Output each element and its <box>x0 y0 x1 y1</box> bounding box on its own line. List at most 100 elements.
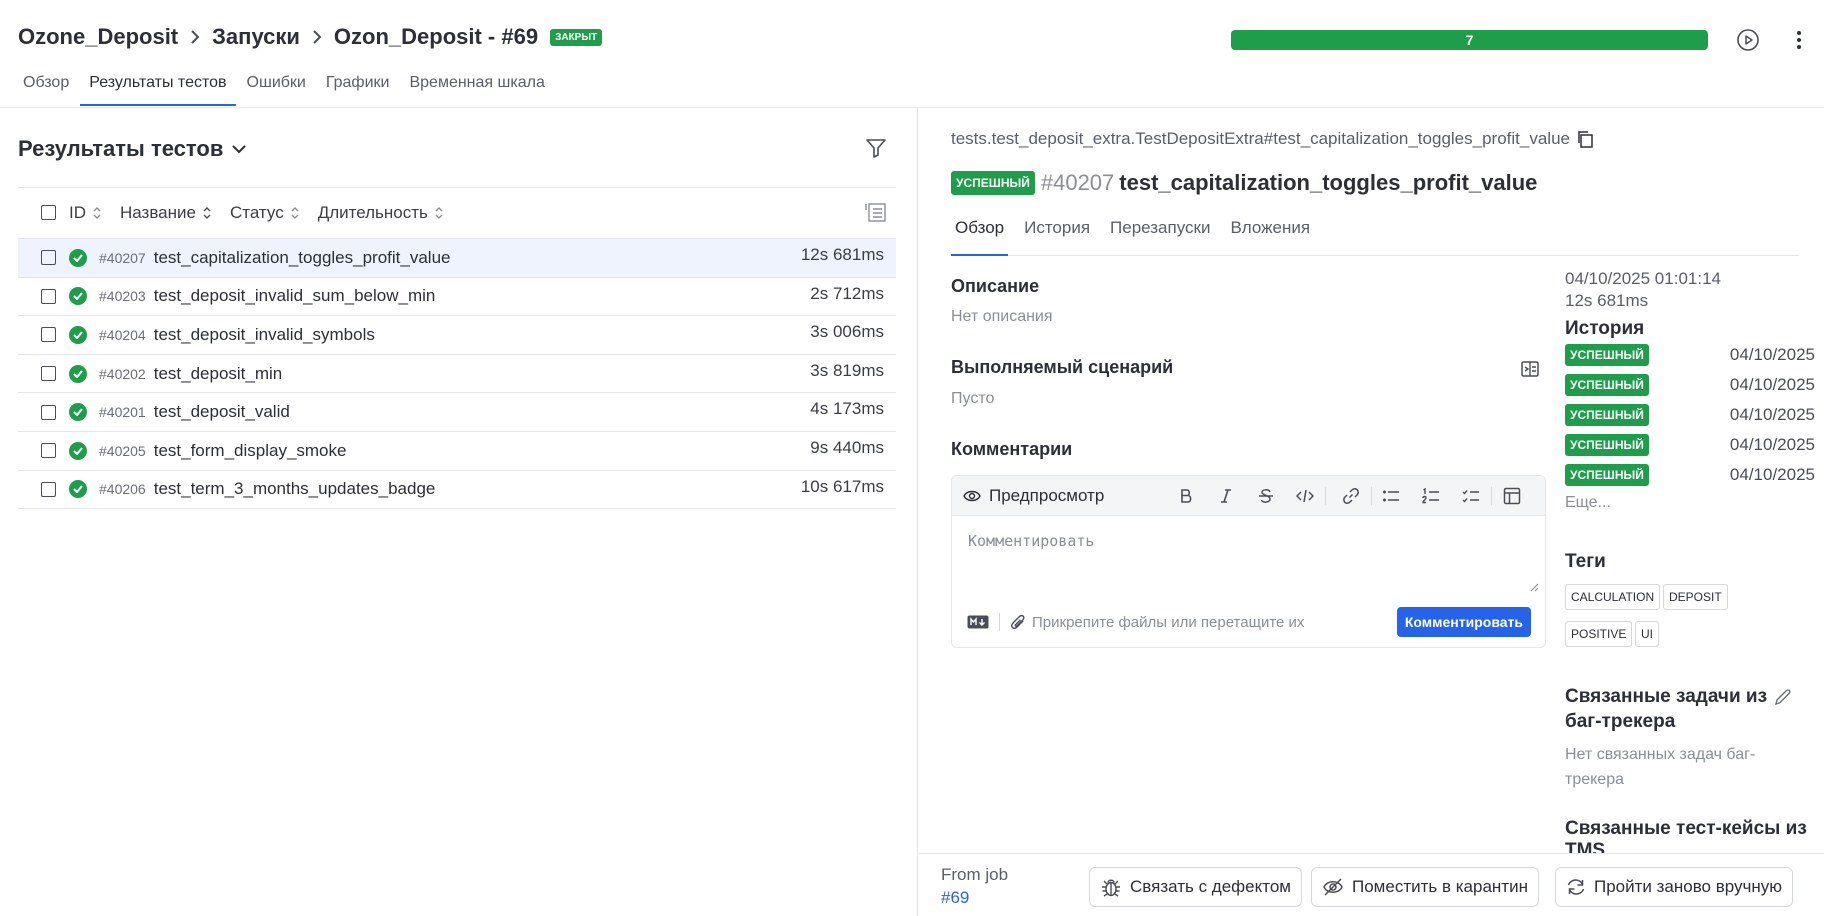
history-date: 04/10/2025 <box>1729 375 1815 394</box>
resize-handle-icon[interactable] <box>1529 582 1539 592</box>
tag[interactable]: UI <box>1635 621 1659 647</box>
column-id[interactable]: ID <box>69 203 102 223</box>
closed-badge: ЗАКРЫТ <box>550 28 603 46</box>
eye-icon <box>963 490 981 501</box>
row-name: test_deposit_valid <box>153 402 290 422</box>
row-id: #40205 <box>99 442 146 459</box>
play-icon[interactable] <box>1734 26 1762 54</box>
italic-icon[interactable] <box>1216 486 1236 506</box>
history-item[interactable]: УСПЕШНЫЙ 04/10/2025 <box>1565 430 1815 460</box>
row-duration: 9s 440ms <box>810 437 884 457</box>
column-status[interactable]: Статус <box>230 203 300 223</box>
row-checkbox[interactable] <box>41 366 56 382</box>
footer-divider <box>999 613 1000 631</box>
paperclip-icon <box>1011 614 1025 629</box>
toolbar-divider <box>1371 487 1372 505</box>
column-duration[interactable]: Длительность <box>318 203 444 223</box>
run-duration: 12s 681ms <box>1565 291 1649 310</box>
row-name: test_form_display_smoke <box>153 440 347 460</box>
table-row[interactable]: #40201 test_deposit_valid 4s 173ms <box>18 392 896 431</box>
test-full-name: tests.test_deposit_extra.TestDepositExtr… <box>951 129 1594 149</box>
breadcrumb-launches[interactable]: Запуски <box>212 24 300 50</box>
column-settings-icon[interactable] <box>864 200 888 224</box>
editor-footer: Прикрепите файлы или перетащите их Комме… <box>952 597 1545 647</box>
copy-icon[interactable] <box>1576 130 1594 148</box>
table-row[interactable]: #40204 test_deposit_invalid_symbols 3s 0… <box>18 315 896 354</box>
tab-test-results[interactable]: Результаты тестов <box>80 74 236 106</box>
tab-timeline[interactable]: Временная шкала <box>400 74 553 106</box>
column-duration-label: Длительность <box>317 202 428 222</box>
results-title[interactable]: Результаты тестов <box>18 136 247 162</box>
scenario-toggle-icon[interactable] <box>1520 359 1540 379</box>
comment-placeholder: Комментировать <box>968 532 1095 550</box>
numbered-list-icon[interactable] <box>1421 486 1441 506</box>
tab-overview[interactable]: Обзор <box>14 74 78 106</box>
preview-toggle[interactable]: Предпросмотр <box>963 486 1104 506</box>
tab-detail-history[interactable]: История <box>1020 218 1094 256</box>
tab-graphs[interactable]: Графики <box>317 74 399 106</box>
task-list-icon[interactable] <box>1461 486 1481 506</box>
table-row[interactable]: #40206 test_term_3_months_updates_badge … <box>18 469 896 509</box>
more-vertical-icon[interactable] <box>1785 26 1813 54</box>
pencil-icon[interactable] <box>1774 688 1792 706</box>
row-checkbox[interactable] <box>41 404 56 420</box>
quarantine-button[interactable]: Поместить в карантин <box>1311 867 1539 907</box>
row-checkbox[interactable] <box>41 327 56 343</box>
column-id-label: ID <box>69 202 86 222</box>
history-item[interactable]: УСПЕШНЫЙ 04/10/2025 <box>1565 460 1815 490</box>
submit-comment-button[interactable]: Комментировать <box>1396 607 1531 637</box>
tab-detail-overview[interactable]: Обзор <box>951 218 1009 256</box>
history-item[interactable]: УСПЕШНЫЙ 04/10/2025 <box>1565 370 1815 400</box>
comment-textarea[interactable]: Комментировать <box>952 516 1545 596</box>
strikethrough-icon[interactable] <box>1256 486 1276 506</box>
launch-progress-bar[interactable]: 7 <box>1231 30 1708 50</box>
tab-errors[interactable]: Ошибки <box>238 74 315 106</box>
bullet-list-icon[interactable] <box>1381 486 1401 506</box>
link-defect-button[interactable]: Связать с дефектом <box>1089 867 1302 907</box>
sort-icon <box>203 206 211 219</box>
table-row[interactable]: #40205 test_form_display_smoke 9s 440ms <box>18 430 896 470</box>
tab-detail-reruns[interactable]: Перезапуски <box>1106 218 1214 256</box>
detail-tabs: Обзор История Перезапуски Вложения <box>951 218 1799 256</box>
tab-detail-attachments[interactable]: Вложения <box>1226 218 1314 256</box>
history-item[interactable]: УСПЕШНЫЙ 04/10/2025 <box>1565 340 1815 370</box>
row-checkbox[interactable] <box>41 288 56 304</box>
passed-status-icon <box>69 248 87 267</box>
breadcrumb-project[interactable]: Ozone_Deposit <box>18 24 178 50</box>
code-icon[interactable] <box>1295 486 1315 506</box>
row-checkbox[interactable] <box>41 443 56 459</box>
bugtracker-title: Связанные задачи из баг-трекера <box>1565 686 1768 732</box>
tag[interactable]: CALCULATION <box>1565 584 1661 610</box>
filter-icon[interactable] <box>864 136 888 160</box>
row-checkbox[interactable] <box>41 250 56 266</box>
tag[interactable]: POSITIVE <box>1565 621 1633 647</box>
tag[interactable]: DEPOSIT <box>1663 584 1728 610</box>
test-results-panel: Результаты тестов ID Название Статус Дли… <box>0 108 918 916</box>
from-job: From job #69 <box>941 863 1008 909</box>
bold-icon[interactable] <box>1176 486 1196 506</box>
history-date: 04/10/2025 <box>1729 405 1815 424</box>
link-icon[interactable] <box>1341 486 1361 506</box>
main-tabs: Обзор Результаты тестов Ошибки Графики В… <box>14 74 556 106</box>
row-id: #40204 <box>99 326 146 343</box>
history-status-badge: УСПЕШНЫЙ <box>1565 434 1649 456</box>
attach-files[interactable]: Прикрепите файлы или перетащите их <box>1010 613 1304 631</box>
history-item[interactable]: УСПЕШНЫЙ 04/10/2025 <box>1565 400 1815 430</box>
select-all-checkbox[interactable] <box>41 205 56 220</box>
from-job-link[interactable]: #69 <box>941 886 1008 909</box>
history-more-link[interactable]: Еще... <box>1565 494 1815 512</box>
sort-icon <box>435 206 443 219</box>
rerun-manually-button[interactable]: Пройти заново вручную <box>1555 867 1794 907</box>
meta-sidebar: 04/10/2025 01:01:14 12s 681ms История УС… <box>1565 268 1815 512</box>
history-status-badge: УСПЕШНЫЙ <box>1565 464 1649 486</box>
sort-icon <box>93 206 101 219</box>
column-name[interactable]: Название <box>120 203 212 223</box>
row-checkbox[interactable] <box>41 481 56 497</box>
row-duration: 2s 712ms <box>810 283 884 303</box>
table-row[interactable]: #40203 test_deposit_invalid_sum_below_mi… <box>18 276 896 316</box>
table-icon[interactable] <box>1502 486 1522 506</box>
breadcrumb: Ozone_Deposit Запуски Ozon_Deposit - #69… <box>18 24 603 50</box>
table-row[interactable]: #40207 test_capitalization_toggles_profi… <box>18 238 896 277</box>
row-duration: 4s 173ms <box>810 399 884 419</box>
table-row[interactable]: #40202 test_deposit_min 3s 819ms <box>18 353 896 393</box>
